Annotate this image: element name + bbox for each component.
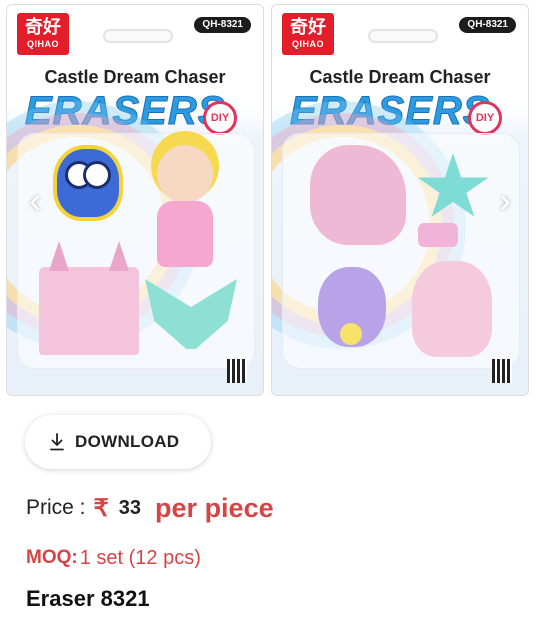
- chevron-left-icon[interactable]: ‹: [22, 184, 48, 218]
- brand-logo-en: QIHAO: [26, 39, 59, 49]
- cat-eraser: [412, 261, 492, 357]
- download-label: DOWNLOAD: [75, 432, 180, 451]
- brand-logo-zh: 奇好: [25, 17, 61, 37]
- product-image-gallery[interactable]: 奇好 QIHAO QH-8321 Castle Dream Chaser ERA…: [0, 0, 540, 400]
- price-label: Price :: [26, 496, 86, 519]
- download-icon: [50, 433, 64, 451]
- moq-value: 1 set (12 pcs): [79, 546, 201, 569]
- price-unit: per piece: [155, 492, 274, 523]
- download-button[interactable]: DOWNLOAD: [25, 415, 211, 469]
- package-title: Castle Dream Chaser: [44, 67, 226, 87]
- moq-label: MOQ:: [26, 547, 78, 568]
- price-amount: 33: [118, 496, 142, 519]
- product-image-2[interactable]: 奇好 QIHAO QH-8321 Castle Dream Chaser ERA…: [271, 4, 529, 396]
- diy-badge: DIY: [203, 101, 237, 135]
- rupee-icon: ₹: [93, 494, 109, 522]
- castle-eraser: [39, 267, 139, 355]
- bow-eraser: [418, 223, 458, 247]
- qr-code: [227, 359, 247, 383]
- qr-code: [492, 359, 512, 383]
- package-title: Castle Dream Chaser: [309, 67, 491, 87]
- diy-badge: DIY: [468, 101, 502, 135]
- princess-eraser-body: [157, 201, 213, 267]
- product-code-badge: QH-8321: [194, 17, 251, 33]
- hang-hole: [368, 29, 438, 43]
- brand-logo: 奇好 QIHAO: [17, 13, 69, 55]
- product-name: Eraser 8321: [26, 586, 150, 611]
- brand-logo-en: QIHAO: [291, 39, 324, 49]
- princess-eraser-head: [157, 145, 213, 203]
- price-row: Price : ₹ 33 per piece: [26, 492, 274, 524]
- product-code-badge: QH-8321: [459, 17, 516, 33]
- hang-hole: [103, 29, 173, 43]
- owl-eraser: [53, 145, 123, 221]
- critter-eraser: [318, 267, 386, 347]
- moq-row: MOQ: 1 set (12 pcs): [26, 545, 201, 571]
- brand-logo: 奇好 QIHAO: [282, 13, 334, 55]
- pegasus-eraser: [310, 145, 406, 245]
- brand-logo-zh: 奇好: [290, 17, 326, 37]
- chevron-right-icon[interactable]: ›: [492, 184, 518, 218]
